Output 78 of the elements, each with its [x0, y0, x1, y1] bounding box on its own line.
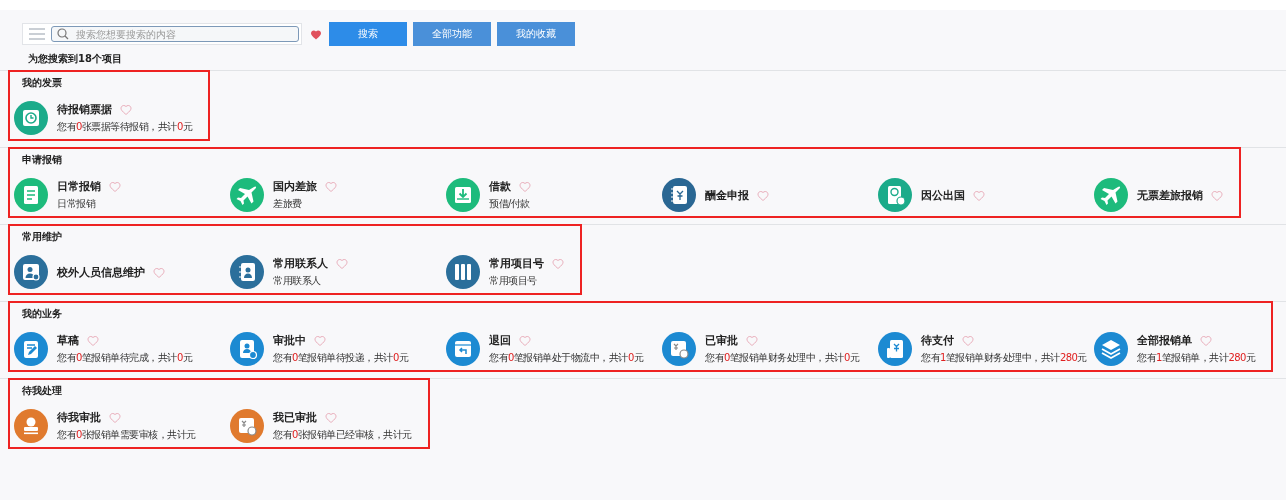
heart-icon[interactable]: [336, 258, 348, 269]
item-title[interactable]: 日常报销: [57, 179, 101, 194]
item-description: 您有0张报销单需要审核，共计元: [57, 428, 196, 442]
heart-icon[interactable]: [973, 189, 985, 201]
receipt-clock-icon[interactable]: [14, 101, 48, 135]
item-title[interactable]: 酬金申报: [705, 187, 749, 203]
menu-icon[interactable]: [29, 28, 45, 40]
layers-icon[interactable]: [1094, 332, 1128, 366]
result-count: 为您搜索到18个项目: [27, 52, 123, 66]
heart-icon[interactable]: [325, 412, 337, 423]
item-title[interactable]: 校外人员信息维护: [57, 264, 145, 280]
item-description: 您有0张报销单已经审核，共计元: [273, 428, 412, 442]
heart-icon[interactable]: [962, 335, 974, 346]
browser-return-icon[interactable]: [446, 332, 480, 366]
item-title[interactable]: 审批中: [273, 333, 306, 348]
stamp-icon[interactable]: [14, 409, 48, 443]
item-description: 常用项目号: [489, 274, 538, 288]
search-icon[interactable]: [57, 28, 69, 40]
search-field[interactable]: 搜索您想要搜索的内容: [51, 26, 299, 42]
item-title[interactable]: 无票差旅报销: [1137, 187, 1203, 203]
item-title[interactable]: 待支付: [921, 333, 954, 348]
passport-icon[interactable]: [878, 178, 912, 212]
heart-icon[interactable]: [519, 335, 531, 346]
item-description: 您有1笔报销单，共计280元: [1137, 351, 1256, 365]
binders-icon[interactable]: [446, 255, 480, 289]
item-title[interactable]: 常用联系人: [273, 256, 328, 271]
item-description: 差旅费: [273, 197, 303, 211]
heart-icon[interactable]: [109, 181, 121, 192]
section-title: 常用维护: [21, 230, 63, 244]
yen-clock-icon[interactable]: [230, 409, 264, 443]
section-title: 我的发票: [21, 76, 63, 90]
item-title[interactable]: 因公出国: [921, 187, 965, 203]
item-description: 您有1笔报销单财务处理中，共计280元: [921, 351, 1087, 365]
person-card-icon[interactable]: [14, 255, 48, 289]
heart-icon[interactable]: [1200, 335, 1212, 346]
item-title[interactable]: 国内差旅: [273, 179, 317, 194]
item-description: 预借/付款: [489, 197, 531, 211]
heart-icon[interactable]: [314, 335, 326, 346]
item-title[interactable]: 全部报销单: [1137, 333, 1192, 348]
item-description: 您有0笔报销单处于物流中，共计0元: [489, 351, 644, 365]
heart-icon[interactable]: [87, 335, 99, 346]
plane-icon[interactable]: [230, 178, 264, 212]
plane-icon[interactable]: [1094, 178, 1128, 212]
item-title[interactable]: 退回: [489, 333, 511, 348]
section-title: 待我处理: [21, 384, 63, 398]
heart-icon[interactable]: [310, 28, 322, 40]
item-title[interactable]: 常用项目号: [489, 256, 544, 271]
heart-icon[interactable]: [109, 412, 121, 423]
item-title[interactable]: 待我审批: [57, 410, 101, 425]
section-title: 申请报销: [21, 153, 63, 167]
item-description: 日常报销: [57, 197, 97, 211]
item-title[interactable]: 已审批: [705, 333, 738, 348]
item-description: 您有0笔报销单财务处理中，共计0元: [705, 351, 860, 365]
yen-receipt-icon[interactable]: [878, 332, 912, 366]
item-title[interactable]: 待报销票据: [57, 102, 112, 117]
yen-book-icon[interactable]: [662, 178, 696, 212]
heart-icon[interactable]: [325, 181, 337, 192]
clipboard-pencil-icon[interactable]: [14, 332, 48, 366]
item-description: 您有0张票据等待报销，共计0元: [57, 120, 193, 134]
heart-icon[interactable]: [757, 189, 769, 201]
item-description: 您有0笔报销单待投递，共计0元: [273, 351, 409, 365]
person-clock-icon[interactable]: [230, 332, 264, 366]
contact-book-icon[interactable]: [230, 255, 264, 289]
item-title[interactable]: 草稿: [57, 333, 79, 348]
heart-icon[interactable]: [552, 258, 564, 269]
item-title[interactable]: 我已审批: [273, 410, 317, 425]
section-title: 我的业务: [21, 307, 63, 321]
yen-clock-icon[interactable]: [662, 332, 696, 366]
heart-icon[interactable]: [120, 104, 132, 115]
inbox-icon[interactable]: [446, 178, 480, 212]
heart-icon[interactable]: [519, 181, 531, 192]
heart-icon[interactable]: [1211, 189, 1223, 201]
item-title[interactable]: 借款: [489, 179, 511, 194]
document-icon[interactable]: [14, 178, 48, 212]
heart-icon[interactable]: [153, 266, 165, 278]
item-description: 您有0笔报销单待完成，共计0元: [57, 351, 193, 365]
item-description: 常用联系人: [273, 274, 322, 288]
heart-icon[interactable]: [746, 335, 758, 346]
